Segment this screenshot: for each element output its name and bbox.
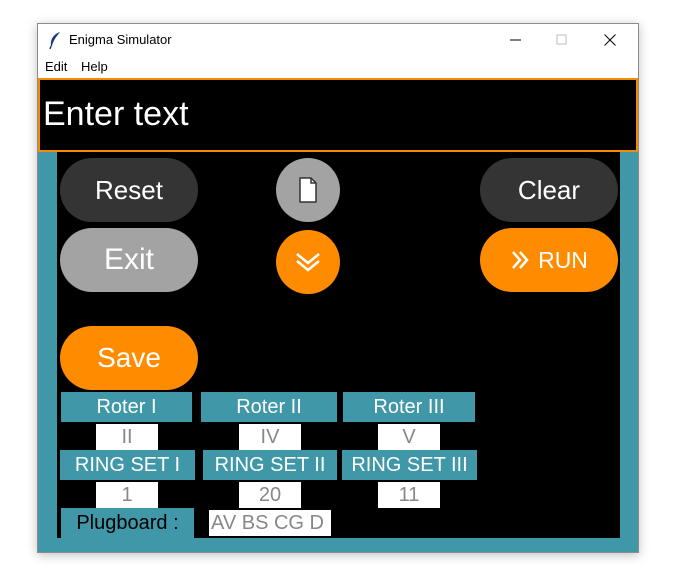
ring-set-1-label: RING SET I — [60, 450, 195, 480]
rotor-2-label: Roter II — [201, 392, 337, 422]
menu-help[interactable]: Help — [81, 59, 108, 74]
rotor-1-select[interactable]: II — [96, 424, 158, 450]
menu-edit[interactable]: Edit — [45, 59, 67, 74]
close-icon — [604, 34, 616, 46]
control-frame: Reset Clear Exit RUN Save Roter I II RIN… — [38, 152, 638, 552]
enigma-window: Enigma Simulator Edit Help Enter text Re… — [37, 23, 639, 553]
exit-label: Exit — [103, 243, 154, 276]
rotor-1-label: Roter I — [61, 392, 192, 422]
save-label: Save — [97, 342, 161, 373]
reset-label: Reset — [95, 174, 163, 205]
ring-set-2-select[interactable]: 20 — [239, 482, 301, 508]
double-chevron-down-icon — [296, 253, 320, 272]
message-input[interactable]: Enter text — [38, 78, 638, 152]
reset-button[interactable]: Reset — [60, 158, 198, 222]
control-panel: Reset Clear Exit RUN Save Roter I II RIN… — [57, 152, 620, 538]
close-button[interactable] — [587, 24, 633, 55]
ring-set-1-select[interactable]: 1 — [96, 482, 158, 508]
plugboard-input[interactable] — [209, 510, 331, 536]
maximize-button[interactable] — [539, 24, 585, 55]
save-button[interactable]: Save — [60, 326, 198, 390]
rotor-3-label: Roter III — [343, 392, 475, 422]
run-label: RUN — [538, 246, 588, 273]
title-bar: Enigma Simulator — [38, 24, 638, 55]
feather-icon — [48, 31, 62, 50]
clear-label: Clear — [517, 174, 581, 205]
rotor-3-select[interactable]: V — [378, 424, 440, 450]
run-button[interactable]: RUN — [480, 228, 618, 292]
minimize-button[interactable] — [493, 24, 539, 55]
menu-bar: Edit Help — [38, 55, 638, 77]
ring-set-2-label: RING SET II — [203, 450, 337, 480]
expand-button[interactable] — [276, 230, 340, 294]
double-chevron-right-icon — [512, 251, 529, 269]
ring-set-3-select[interactable]: 11 — [378, 482, 440, 508]
rotor-2-select[interactable]: IV — [239, 424, 301, 450]
plugboard-label: Plugboard : — [61, 508, 194, 538]
window-title: Enigma Simulator — [69, 32, 172, 47]
clear-button[interactable]: Clear — [480, 158, 618, 222]
ring-set-3-label: RING SET III — [342, 450, 477, 480]
document-icon — [299, 177, 317, 203]
open-file-button[interactable] — [276, 158, 340, 222]
exit-button[interactable]: Exit — [60, 228, 198, 292]
